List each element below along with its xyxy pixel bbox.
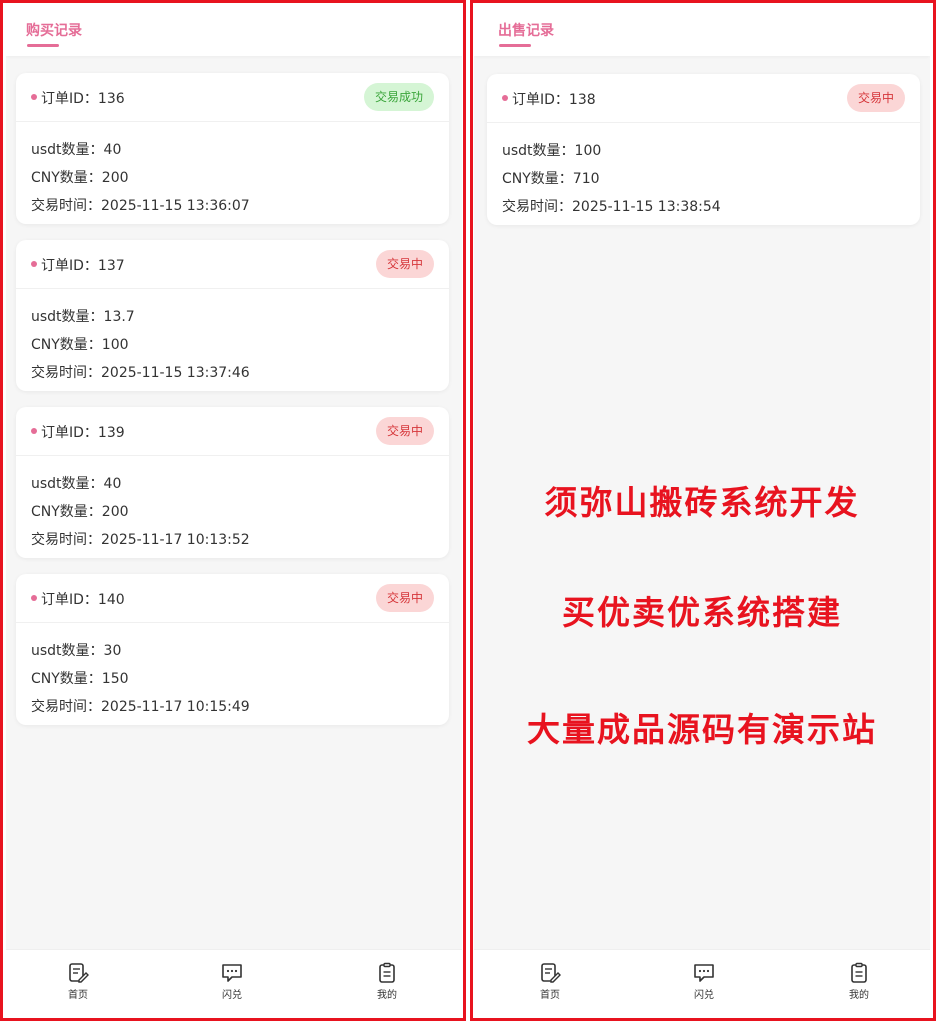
clipboard-icon bbox=[379, 962, 395, 983]
cny-amount: CNY数量：200 bbox=[31, 504, 129, 520]
promo-text-line: 大量成品源码有演示站 bbox=[527, 710, 877, 749]
order-card[interactable]: 订单ID：139 交易中 usdt数量：40 CNY数量：200 交易时间：20… bbox=[16, 407, 449, 558]
order-card-body: usdt数量：40 CNY数量：200 交易时间：2025-11-17 10:1… bbox=[16, 456, 449, 558]
sell-order-list: 订单ID：138 交易中 usdt数量：100 CNY数量：710 交易时间：2… bbox=[487, 74, 920, 241]
status-badge: 交易中 bbox=[375, 417, 434, 445]
bullet-dot-icon bbox=[31, 595, 37, 601]
trade-time: 交易时间：2025-11-17 10:15:49 bbox=[31, 699, 250, 715]
order-card-header: 订单ID：137 交易中 bbox=[16, 240, 449, 289]
tab-active-indicator bbox=[27, 44, 59, 47]
nav-item-home[interactable]: 首页 bbox=[520, 962, 580, 1001]
cny-amount: CNY数量：100 bbox=[31, 337, 129, 353]
order-card[interactable]: 订单ID：136 交易成功 usdt数量：40 CNY数量：200 交易时间：2… bbox=[16, 73, 449, 224]
order-card-body: usdt数量：13.7 CNY数量：100 交易时间：2025-11-15 13… bbox=[16, 289, 449, 391]
usdt-amount: usdt数量：100 bbox=[502, 143, 602, 159]
status-badge: 交易中 bbox=[375, 584, 434, 612]
bottom-nav: 首页 闪兑 我的 bbox=[6, 949, 462, 1015]
promo-text-line: 买优卖优系统搭建 bbox=[562, 593, 842, 632]
order-card-header: 订单ID：140 交易中 bbox=[16, 574, 449, 623]
promo-text-line: 须弥山搬砖系统开发 bbox=[544, 483, 860, 522]
nav-label-mine: 我的 bbox=[377, 990, 397, 1001]
bottom-nav: 首页 闪兑 我的 bbox=[474, 949, 930, 1015]
tab-active-indicator bbox=[499, 44, 531, 47]
message-icon bbox=[222, 964, 242, 982]
order-id: 订单ID：136 bbox=[41, 91, 125, 107]
status-badge: 交易中 bbox=[375, 250, 434, 278]
clipboard-icon bbox=[851, 962, 867, 983]
edit-icon bbox=[69, 963, 89, 983]
nav-item-mine[interactable]: 我的 bbox=[357, 962, 417, 1001]
screen-area: 购买记录 订单ID：136 交易成功 usdt数量：40 CNY数量：200 交… bbox=[6, 6, 462, 1015]
tab-sell-records[interactable]: 出售记录 bbox=[498, 20, 554, 40]
sell-records-screen: 出售记录 订单ID：138 交易中 usdt数量：100 CNY数量：710 交… bbox=[470, 0, 936, 1021]
nav-item-exchange[interactable]: 闪兑 bbox=[202, 962, 262, 1001]
order-card-body: usdt数量：100 CNY数量：710 交易时间：2025-11-15 13:… bbox=[487, 123, 920, 225]
order-card-header: 订单ID：136 交易成功 bbox=[16, 73, 449, 122]
usdt-amount: usdt数量：13.7 bbox=[31, 309, 135, 325]
screen-area: 出售记录 订单ID：138 交易中 usdt数量：100 CNY数量：710 交… bbox=[474, 6, 930, 1015]
order-card-header: 订单ID：139 交易中 bbox=[16, 407, 449, 456]
nav-label-exchange: 闪兑 bbox=[222, 990, 242, 1001]
order-card-body: usdt数量：30 CNY数量：150 交易时间：2025-11-17 10:1… bbox=[16, 623, 449, 725]
bullet-dot-icon bbox=[31, 94, 37, 100]
tab-buy-records[interactable]: 购买记录 bbox=[26, 20, 82, 40]
nav-label-home: 首页 bbox=[68, 990, 88, 1001]
nav-label-home: 首页 bbox=[540, 990, 560, 1001]
status-badge: 交易成功 bbox=[363, 83, 434, 111]
order-card-body: usdt数量：40 CNY数量：200 交易时间：2025-11-15 13:3… bbox=[16, 122, 449, 224]
bullet-dot-icon bbox=[31, 261, 37, 267]
buy-order-list: 订单ID：136 交易成功 usdt数量：40 CNY数量：200 交易时间：2… bbox=[16, 73, 449, 741]
order-id: 订单ID：139 bbox=[41, 425, 125, 441]
trade-time: 交易时间：2025-11-15 13:38:54 bbox=[502, 199, 721, 215]
usdt-amount: usdt数量：30 bbox=[31, 643, 122, 659]
edit-icon bbox=[541, 963, 561, 983]
tab-bar: 出售记录 bbox=[474, 6, 930, 56]
usdt-amount: usdt数量：40 bbox=[31, 476, 122, 492]
order-card[interactable]: 订单ID：138 交易中 usdt数量：100 CNY数量：710 交易时间：2… bbox=[487, 74, 920, 225]
buy-records-screen: 购买记录 订单ID：136 交易成功 usdt数量：40 CNY数量：200 交… bbox=[0, 0, 466, 1021]
trade-time: 交易时间：2025-11-17 10:13:52 bbox=[31, 532, 250, 548]
nav-item-mine[interactable]: 我的 bbox=[829, 962, 889, 1001]
nav-label-mine: 我的 bbox=[849, 990, 869, 1001]
order-card[interactable]: 订单ID：137 交易中 usdt数量：13.7 CNY数量：100 交易时间：… bbox=[16, 240, 449, 391]
cny-amount: CNY数量：710 bbox=[502, 171, 600, 187]
order-id: 订单ID：137 bbox=[41, 258, 125, 274]
nav-label-exchange: 闪兑 bbox=[694, 990, 714, 1001]
message-icon bbox=[694, 964, 714, 982]
tab-bar: 购买记录 bbox=[6, 6, 462, 56]
status-badge: 交易中 bbox=[846, 84, 905, 112]
bullet-dot-icon bbox=[502, 95, 508, 101]
order-card-header: 订单ID：138 交易中 bbox=[487, 74, 920, 123]
usdt-amount: usdt数量：40 bbox=[31, 142, 122, 158]
nav-item-exchange[interactable]: 闪兑 bbox=[674, 962, 734, 1001]
cny-amount: CNY数量：200 bbox=[31, 170, 129, 186]
bullet-dot-icon bbox=[31, 428, 37, 434]
cny-amount: CNY数量：150 bbox=[31, 671, 129, 687]
nav-item-home[interactable]: 首页 bbox=[48, 962, 108, 1001]
trade-time: 交易时间：2025-11-15 13:36:07 bbox=[31, 198, 250, 214]
trade-time: 交易时间：2025-11-15 13:37:46 bbox=[31, 365, 250, 381]
order-id: 订单ID：138 bbox=[512, 92, 596, 108]
order-id: 订单ID：140 bbox=[41, 592, 125, 608]
order-card[interactable]: 订单ID：140 交易中 usdt数量：30 CNY数量：150 交易时间：20… bbox=[16, 574, 449, 725]
